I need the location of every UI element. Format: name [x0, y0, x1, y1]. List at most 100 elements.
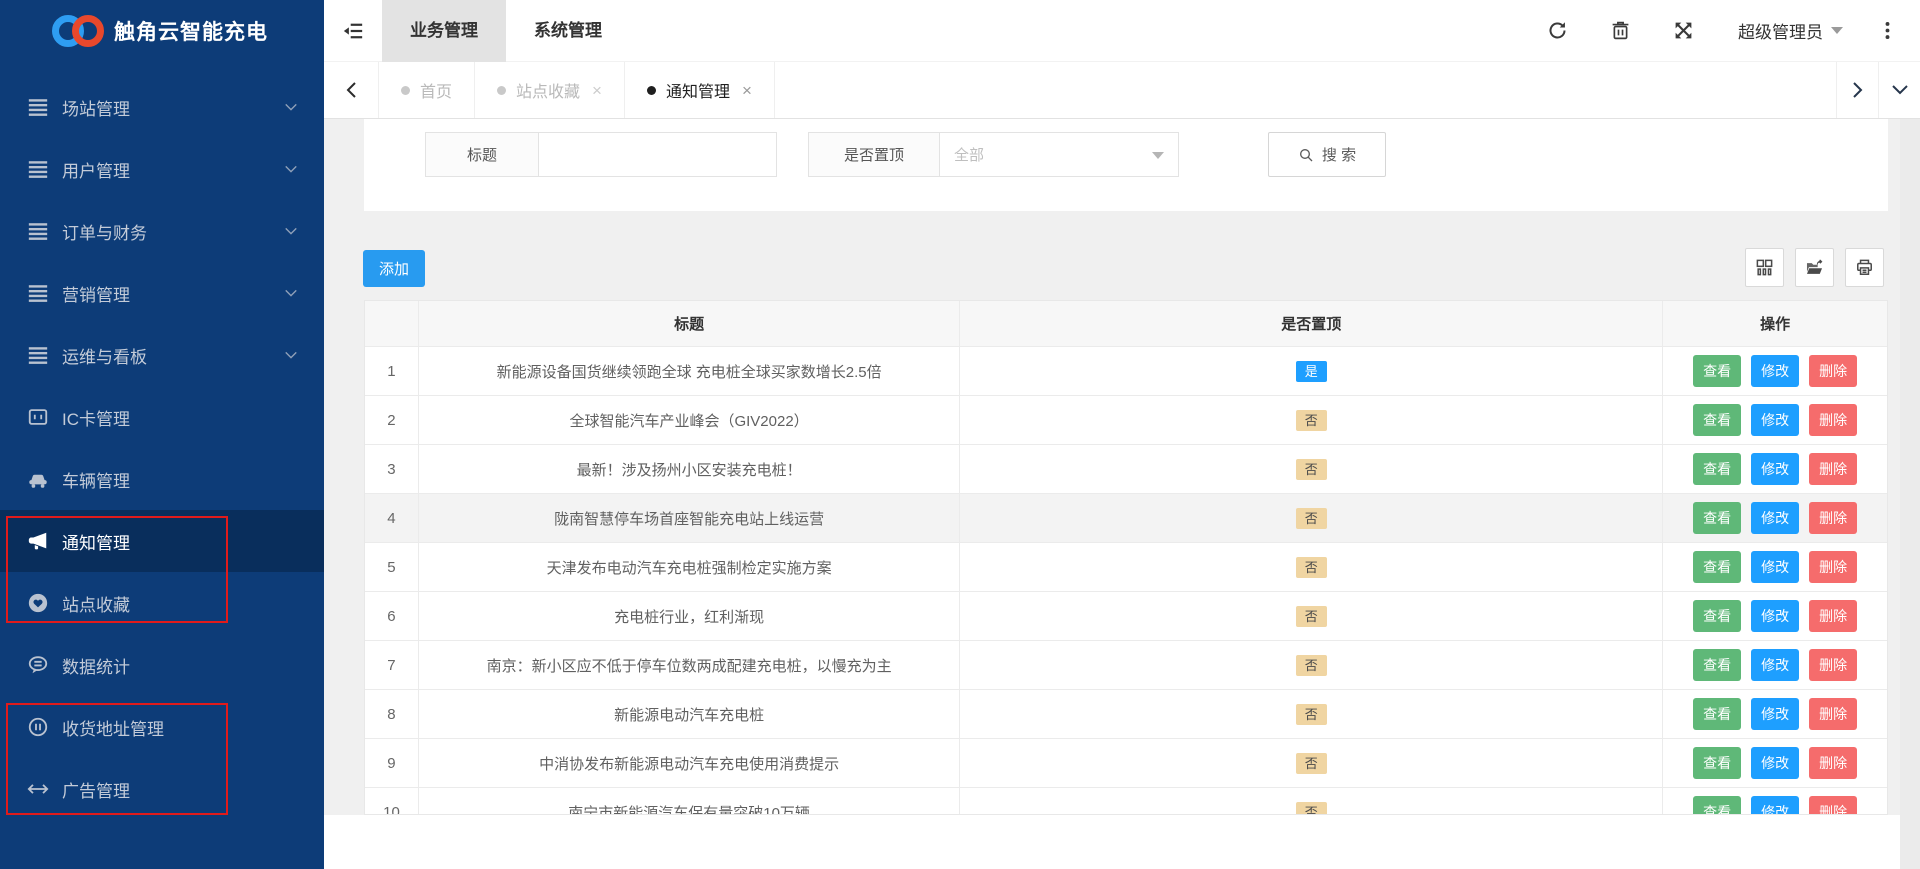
tab-scroll-right-icon[interactable] [1836, 62, 1878, 118]
collapse-menu-icon[interactable] [324, 0, 382, 62]
row-action-button[interactable]: 查看 [1693, 600, 1742, 632]
table-row: 8 新能源电动汽车充电桩 否 查看 修改 删除 [365, 690, 1887, 739]
close-icon[interactable]: × [742, 82, 752, 99]
caret-down-icon [1831, 27, 1843, 34]
search-button-label: 搜 索 [1321, 147, 1357, 164]
pin-status-badge: 是 [1295, 360, 1327, 382]
columns-filter-icon[interactable] [1745, 248, 1784, 287]
row-action-button[interactable]: 查看 [1693, 649, 1742, 681]
row-action-button[interactable]: 删除 [1809, 649, 1858, 681]
row-action-button[interactable]: 删除 [1809, 453, 1858, 485]
pin-status-badge: 否 [1295, 801, 1327, 814]
sidebar-menu-item[interactable]: 用户管理 [0, 138, 324, 200]
row-action-button[interactable]: 删除 [1809, 551, 1858, 583]
row-action-button[interactable]: 查看 [1693, 502, 1742, 534]
page-tab[interactable]: 通知管理 × [625, 62, 775, 118]
menu-item-icon [27, 158, 49, 180]
row-title: 最新！涉及扬州小区安装充电桩！ [419, 445, 961, 493]
user-menu[interactable]: 超级管理员 [1738, 18, 1843, 43]
sidebar: 触角云智能充电 场站管理 用户管理 订单与财务 营销管理 运维与看板 IC卡管理… [0, 0, 324, 869]
notice-table: 标题 是否置顶 操作 1 新能源设备国货继续领跑全球 充电桩全球买家数增长2.5… [364, 300, 1888, 815]
print-icon[interactable] [1845, 248, 1884, 287]
menu-item-icon [27, 220, 49, 242]
row-action-button[interactable]: 查看 [1693, 404, 1742, 436]
username: 超级管理员 [1738, 23, 1823, 42]
tab-scroll-left-icon[interactable] [324, 62, 379, 118]
row-action-button[interactable]: 修改 [1751, 355, 1800, 387]
row-action-button[interactable]: 查看 [1693, 698, 1742, 730]
row-action-button[interactable]: 查看 [1693, 355, 1742, 387]
add-button[interactable]: 添加 [363, 250, 425, 287]
menu-item-label: 场站管理 [62, 99, 130, 119]
table-row: 7 南京：新小区应不低于停车位数两成配建充电桩，以慢充为主 否 查看 修改 删除 [365, 641, 1887, 690]
fullscreen-icon[interactable] [1673, 20, 1694, 41]
row-action-button[interactable]: 修改 [1751, 698, 1800, 730]
sidebar-menu-item[interactable]: 广告管理 [0, 758, 324, 820]
row-action-button[interactable]: 删除 [1809, 355, 1858, 387]
sidebar-menu-item[interactable]: 订单与财务 [0, 200, 324, 262]
refresh-icon[interactable] [1547, 20, 1568, 41]
tab-menu-chevron-down-icon[interactable] [1878, 62, 1920, 118]
table-row: 5 天津发布电动汽车充电桩强制检定实施方案 否 查看 修改 删除 [365, 543, 1887, 592]
row-action-button[interactable]: 修改 [1751, 600, 1800, 632]
menu-item-icon [27, 654, 49, 676]
row-title: 新能源设备国货继续领跑全球 充电桩全球买家数增长2.5倍 [419, 347, 961, 395]
row-action-button[interactable]: 删除 [1809, 698, 1858, 730]
row-action-button[interactable]: 删除 [1809, 747, 1858, 779]
pin-status-badge: 否 [1295, 654, 1327, 676]
row-action-button[interactable]: 查看 [1693, 453, 1742, 485]
row-action-button[interactable]: 查看 [1693, 551, 1742, 583]
page-tab-label: 通知管理 [665, 84, 730, 101]
row-action-button[interactable]: 删除 [1809, 796, 1858, 814]
menu-item-label: 广告管理 [62, 781, 130, 801]
sidebar-menu-item[interactable]: 车辆管理 [0, 448, 324, 510]
row-action-button[interactable]: 查看 [1693, 796, 1742, 814]
row-pinned-cell: 否 [960, 543, 1664, 591]
scrollbar[interactable] [1900, 119, 1920, 869]
page-tab[interactable]: 首页 × [379, 62, 476, 118]
row-action-button[interactable]: 修改 [1751, 747, 1800, 779]
row-action-button[interactable]: 删除 [1809, 404, 1858, 436]
row-title: 南京：新小区应不低于停车位数两成配建充电桩，以慢充为主 [419, 641, 961, 689]
sidebar-menu-item[interactable]: 站点收藏 [0, 572, 324, 634]
pin-select[interactable]: 全部 [939, 132, 1179, 177]
row-action-button[interactable]: 修改 [1751, 551, 1800, 583]
menu-item-icon [27, 778, 49, 800]
pin-status-badge: 否 [1295, 605, 1327, 627]
row-action-button[interactable]: 删除 [1809, 600, 1858, 632]
more-vertical-icon[interactable] [1877, 20, 1898, 41]
top-nav-tab[interactable]: 业务管理 [382, 0, 506, 62]
title-field-label: 标题 [425, 132, 539, 177]
page-tab[interactable]: 站点收藏 × [475, 62, 625, 118]
title-input[interactable] [538, 132, 777, 177]
pin-status-badge: 否 [1295, 703, 1327, 725]
row-action-button[interactable]: 修改 [1751, 649, 1800, 681]
top-nav-tab[interactable]: 系统管理 [506, 0, 630, 62]
sidebar-menu-item[interactable]: 场站管理 [0, 76, 324, 138]
sidebar-menu-item[interactable]: IC卡管理 [0, 386, 324, 448]
export-icon[interactable] [1795, 248, 1834, 287]
sidebar-menu-item[interactable]: 通知管理 [0, 510, 324, 572]
row-actions-cell: 查看 修改 删除 [1663, 690, 1887, 738]
menu-item-icon [27, 96, 49, 118]
row-action-button[interactable]: 修改 [1751, 453, 1800, 485]
row-actions-cell: 查看 修改 删除 [1663, 641, 1887, 689]
row-action-button[interactable]: 删除 [1809, 502, 1858, 534]
search-button[interactable]: 搜 索 [1268, 132, 1386, 177]
row-index: 10 [365, 788, 419, 814]
sidebar-menu-item[interactable]: 营销管理 [0, 262, 324, 324]
row-pinned-cell: 否 [960, 494, 1664, 542]
row-action-button[interactable]: 修改 [1751, 796, 1800, 814]
row-index: 2 [365, 396, 419, 444]
row-action-button[interactable]: 修改 [1751, 404, 1800, 436]
row-action-button[interactable]: 修改 [1751, 502, 1800, 534]
sidebar-menu-item[interactable]: 数据统计 [0, 634, 324, 696]
row-action-button[interactable]: 查看 [1693, 747, 1742, 779]
trash-icon[interactable] [1610, 20, 1631, 41]
close-icon[interactable]: × [592, 82, 602, 99]
row-pinned-cell: 否 [960, 739, 1664, 787]
row-title: 全球智能汽车产业峰会（GIV2022） [419, 396, 961, 444]
sidebar-menu-item[interactable]: 收货地址管理 [0, 696, 324, 758]
row-actions-cell: 查看 修改 删除 [1663, 788, 1887, 814]
sidebar-menu-item[interactable]: 运维与看板 [0, 324, 324, 386]
